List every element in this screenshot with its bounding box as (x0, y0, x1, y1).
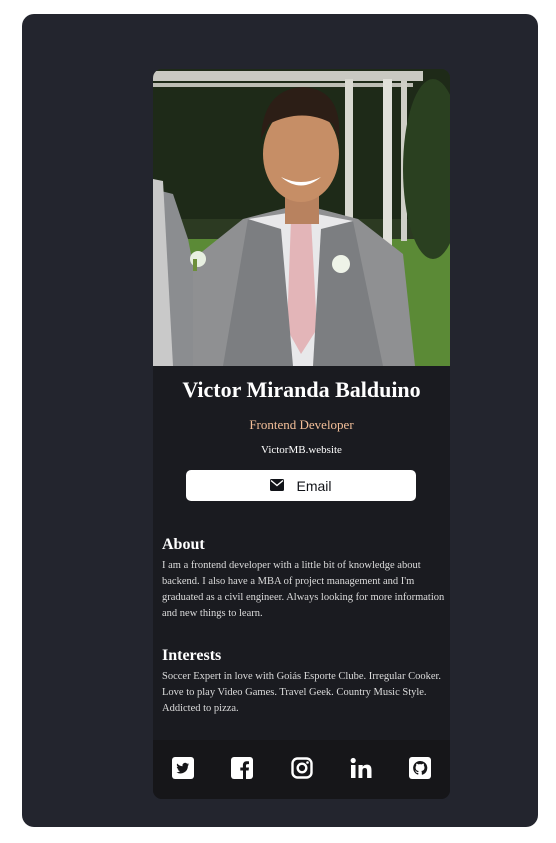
profile-photo (153, 69, 450, 366)
social-footer (153, 740, 450, 799)
website-link[interactable]: VictorMB.website (153, 444, 450, 456)
profile-name: Victor Miranda Balduino (182, 377, 421, 402)
envelope-icon (270, 478, 285, 494)
email-button-label: Email (296, 477, 332, 494)
about-text: I am a frontend developer with a little … (162, 560, 445, 619)
interests-text: Soccer Expert in love with Goiás Esporte… (162, 671, 442, 714)
page-container: Victor Miranda Balduino Frontend Develop… (22, 14, 538, 827)
twitter-icon[interactable] (172, 757, 194, 779)
about-title: About (162, 536, 205, 553)
profile-role: Frontend Developer (249, 417, 354, 432)
instagram-icon[interactable] (291, 757, 313, 779)
github-icon[interactable] (409, 757, 431, 779)
profile-card: Victor Miranda Balduino Frontend Develop… (153, 69, 450, 799)
facebook-icon[interactable] (231, 757, 253, 779)
interests-title: Interests (162, 647, 222, 664)
linkedin-icon[interactable] (350, 757, 372, 779)
email-button[interactable]: Email (186, 470, 416, 501)
